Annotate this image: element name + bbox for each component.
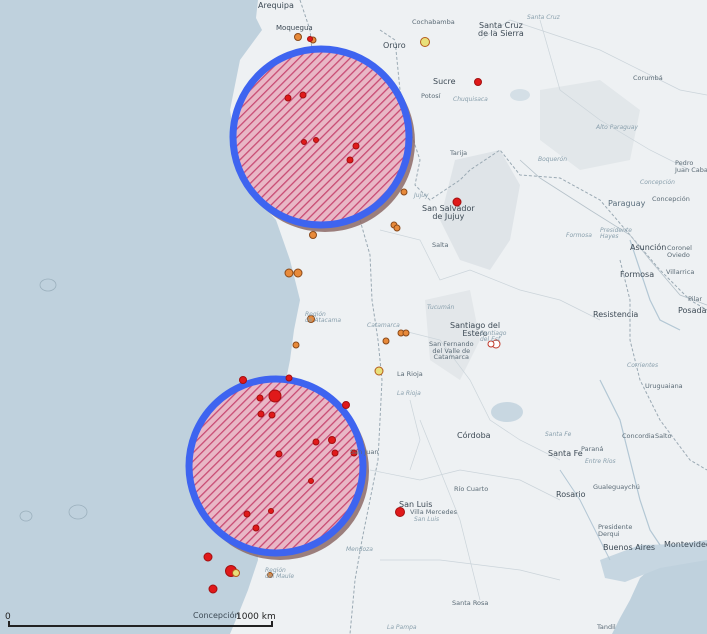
- map-marker[interactable]: [268, 389, 282, 403]
- cluster-circle-2[interactable]: [185, 375, 367, 557]
- map-marker[interactable]: [308, 478, 314, 484]
- map-marker[interactable]: [208, 584, 218, 594]
- map-marker[interactable]: [293, 268, 303, 278]
- map-marker[interactable]: [256, 394, 264, 402]
- map-marker[interactable]: [487, 340, 495, 348]
- map-marker[interactable]: [292, 341, 300, 349]
- map-marker[interactable]: [239, 376, 247, 384]
- map-marker[interactable]: [243, 510, 251, 518]
- scale-end-label: 1000 km: [236, 612, 276, 622]
- map-marker[interactable]: [313, 137, 319, 143]
- map-marker[interactable]: [420, 37, 430, 47]
- map-marker[interactable]: [402, 329, 410, 337]
- map-marker[interactable]: [400, 188, 408, 196]
- map-marker[interactable]: [374, 366, 384, 376]
- scale-start-label: 0: [5, 612, 11, 622]
- map-marker[interactable]: [309, 231, 317, 239]
- map-marker[interactable]: [284, 94, 292, 102]
- map-marker[interactable]: [299, 91, 307, 99]
- map-marker[interactable]: [452, 197, 462, 207]
- map-marker[interactable]: [328, 436, 336, 444]
- map-marker[interactable]: [312, 438, 320, 446]
- map-marker[interactable]: [307, 36, 313, 42]
- cluster-circle-1[interactable]: [229, 45, 413, 229]
- map-marker[interactable]: [284, 268, 294, 278]
- scale-line: [8, 625, 273, 627]
- scale-bar: 0 1000 km: [0, 608, 290, 634]
- map-marker[interactable]: [395, 507, 405, 517]
- map-marker[interactable]: [346, 156, 354, 164]
- map-marker[interactable]: [382, 337, 390, 345]
- map-svg[interactable]: [0, 0, 707, 634]
- map-marker[interactable]: [232, 569, 240, 577]
- map-marker[interactable]: [301, 139, 307, 145]
- map-marker[interactable]: [252, 524, 260, 532]
- map-marker[interactable]: [203, 552, 213, 562]
- map-marker[interactable]: [285, 374, 293, 382]
- map-marker[interactable]: [393, 224, 401, 232]
- map-marker[interactable]: [307, 315, 315, 323]
- map-marker[interactable]: [352, 142, 360, 150]
- map-marker[interactable]: [331, 449, 339, 457]
- map-marker[interactable]: [350, 449, 358, 457]
- map-marker[interactable]: [257, 410, 265, 418]
- map-canvas[interactable]: Arequipa Moquegua Cochabamba Oruro Santa…: [0, 0, 707, 634]
- map-marker[interactable]: [267, 572, 273, 578]
- map-marker[interactable]: [268, 411, 276, 419]
- map-marker[interactable]: [275, 450, 283, 458]
- map-marker[interactable]: [474, 78, 482, 86]
- map-marker[interactable]: [268, 508, 274, 514]
- map-marker[interactable]: [294, 33, 302, 41]
- map-marker[interactable]: [342, 401, 350, 409]
